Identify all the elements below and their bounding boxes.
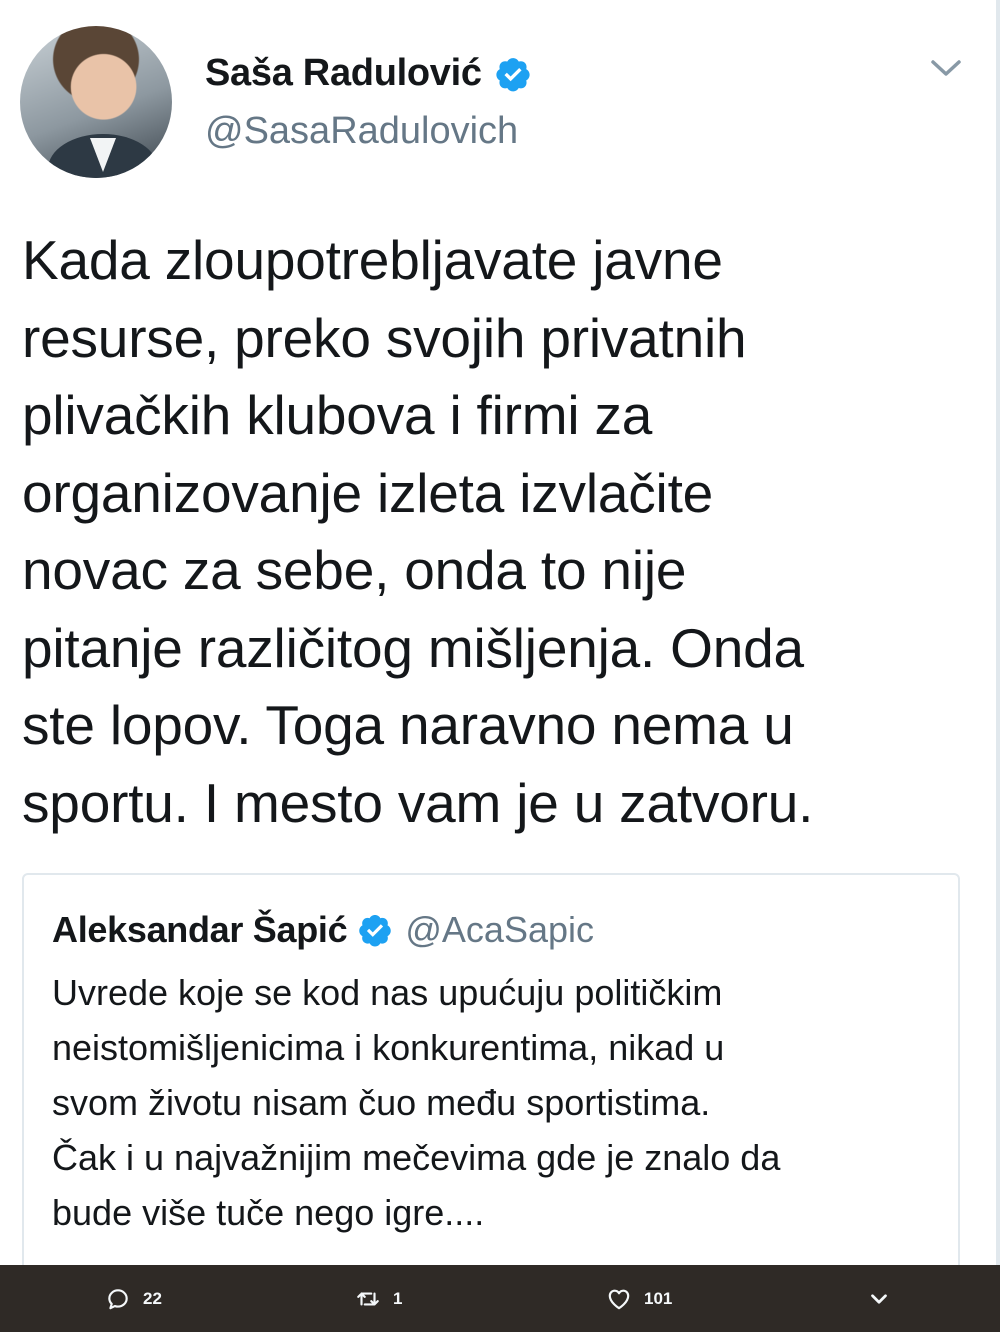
heart-icon xyxy=(608,1289,630,1309)
quoted-text-line: Uvrede koje se kod nas upućuju politički… xyxy=(52,972,723,1013)
chevron-down-icon xyxy=(871,1293,887,1304)
quoted-text-line: neistomišljenicima i konkurentima, nikad… xyxy=(52,1027,725,1068)
reply-count: 22 xyxy=(143,1288,162,1308)
reply-icon xyxy=(108,1288,128,1309)
author-handle[interactable]: @SasaRadulovich xyxy=(205,110,518,153)
retweet-count: 1 xyxy=(393,1288,403,1308)
reply-button[interactable]: 22 xyxy=(105,1265,162,1332)
tweet-text-line: plivačkih klubova i firmi za xyxy=(22,384,653,446)
tweet-text-line: pitanje različitog mišljenja. Onda xyxy=(22,616,804,679)
author-avatar[interactable] xyxy=(20,26,172,178)
quoted-text-line: Čak i u najvažnijim mečevima gde je znal… xyxy=(52,1137,781,1178)
quoted-text-line: bude više tuče nego igre.... xyxy=(52,1192,485,1233)
like-button[interactable]: 101 xyxy=(606,1265,672,1332)
verified-badge-icon xyxy=(496,57,530,91)
tweet-action-bar: 22 1 101 xyxy=(0,1265,1000,1332)
quoted-author-handle: @AcaSapic xyxy=(405,909,594,950)
quoted-tweet[interactable]: Aleksandar Šapić @AcaSapic Uvrede koje s… xyxy=(22,873,960,1293)
verified-badge-icon xyxy=(359,915,392,947)
tweet-card: Saša Radulović @SasaRadulovich Kada zlou… xyxy=(0,0,1000,1293)
tweet-text-line: Kada zloupotrebljavate javne xyxy=(22,229,723,291)
more-button[interactable] xyxy=(866,1265,892,1332)
quoted-tweet-header: Aleksandar Šapić @AcaSapic xyxy=(52,909,594,951)
author-name-row: Saša Radulović xyxy=(205,52,532,95)
chevron-down-icon[interactable] xyxy=(928,54,964,84)
tweet-text-line: novac za sebe, onda to nije xyxy=(22,539,687,601)
author-display-name[interactable]: Saša Radulović xyxy=(205,52,482,95)
tweet-text-line: resurse, preko svojih privatnih xyxy=(22,306,747,369)
retweet-button[interactable]: 1 xyxy=(355,1265,402,1332)
quoted-text-line: svom životu nisam čuo među sportistima. xyxy=(52,1082,711,1123)
retweet-icon xyxy=(357,1292,379,1305)
tweet-text-line: ste lopov. Toga naravno nema u xyxy=(22,694,794,756)
tweet-text-line: organizovanje izleta izvlačite xyxy=(22,461,714,524)
quoted-author-display-name: Aleksandar Šapić xyxy=(52,909,348,950)
tweet-text-line: sportu. I mesto vam je u zatvoru. xyxy=(22,771,814,834)
like-count: 101 xyxy=(644,1288,673,1308)
tweet-text: Kada zloupotrebljavate javne resurse, pr… xyxy=(22,222,982,842)
quoted-tweet-text: Uvrede koje se kod nas upućuju politički… xyxy=(52,965,952,1240)
